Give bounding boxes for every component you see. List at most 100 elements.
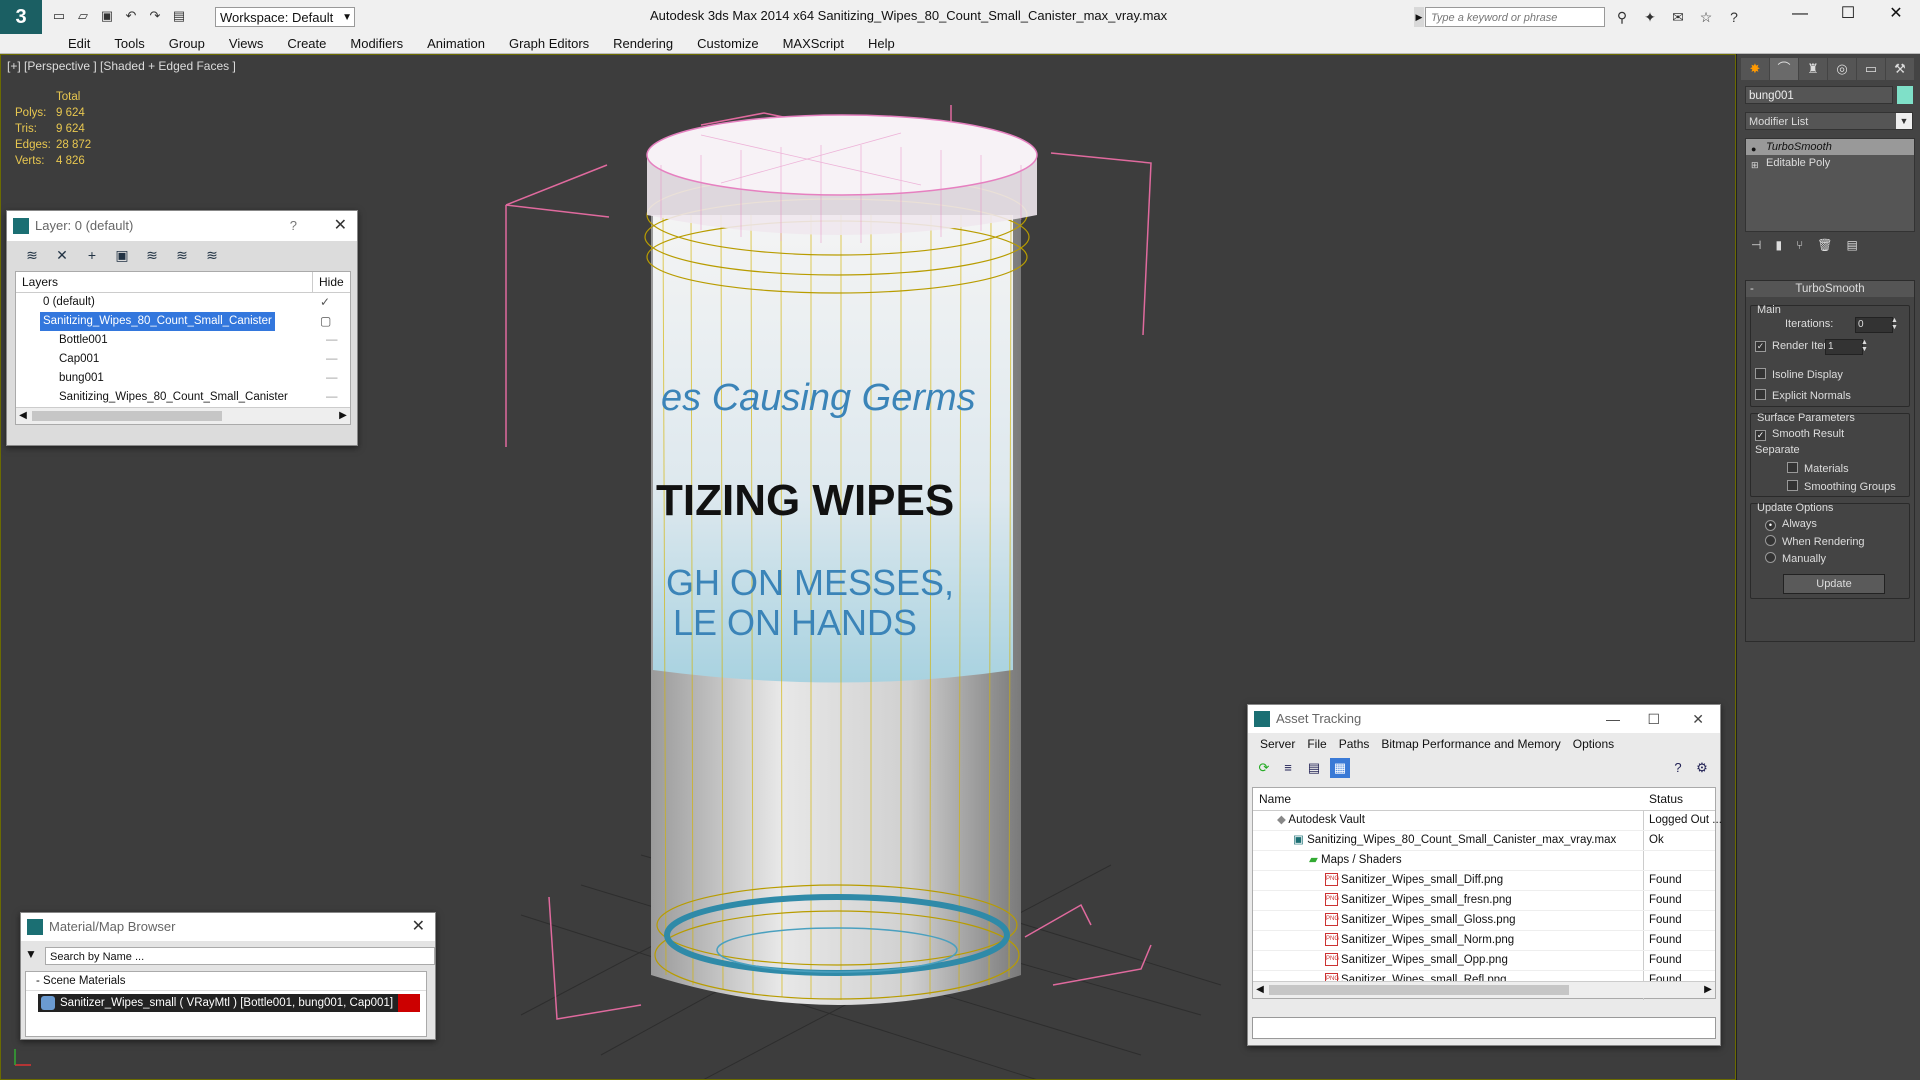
create-layer-icon[interactable]: ≋: [21, 244, 43, 266]
asset-row[interactable]: ◆ Autodesk Vault Logged Out ...: [1253, 811, 1722, 831]
material-search-input[interactable]: Search by Name ...: [45, 947, 435, 965]
scroll-thumb[interactable]: [32, 411, 222, 421]
always-radio[interactable]: • Always: [1765, 518, 1817, 531]
hide-toggle[interactable]: ▢: [320, 312, 331, 331]
smooth-result-checkbox[interactable]: ✓ Smooth Result: [1755, 428, 1844, 441]
scroll-left-icon[interactable]: ◀: [1253, 982, 1267, 998]
scene-materials-group[interactable]: - Scene Materials: [26, 972, 426, 991]
menu-edit[interactable]: Edit: [56, 34, 102, 53]
tab-utilities[interactable]: ⚒: [1886, 58, 1914, 80]
menu-server[interactable]: Server: [1254, 733, 1301, 755]
configure-sets-icon[interactable]: ▤: [1847, 238, 1858, 258]
asset-row[interactable]: PNG Sanitizer_Wipes_small_Diff.png Found: [1253, 871, 1715, 891]
settings-icon[interactable]: ⚙: [1692, 758, 1712, 778]
asset-row[interactable]: ▣ Sanitizing_Wipes_80_Count_Small_Canist…: [1253, 831, 1715, 851]
tab-modify[interactable]: ⌒: [1770, 58, 1798, 80]
new-file-icon[interactable]: ▭: [50, 7, 68, 25]
help-icon[interactable]: ?: [290, 211, 297, 241]
menu-create[interactable]: Create: [275, 34, 338, 53]
search-input[interactable]: Type a keyword or phrase: [1425, 7, 1605, 27]
project-folder-icon[interactable]: ▤: [170, 7, 188, 25]
col-layers[interactable]: Layers: [22, 272, 58, 292]
delete-layer-icon[interactable]: ✕: [51, 244, 73, 266]
menu-bitmap-performance[interactable]: Bitmap Performance and Memory: [1375, 733, 1566, 755]
workspace-dropdown[interactable]: Workspace: Default ▼: [215, 7, 355, 27]
list-view-icon[interactable]: ≡: [1278, 758, 1298, 778]
asset-tracking-titlebar[interactable]: Asset Tracking — ☐ ✕: [1248, 705, 1720, 733]
update-button[interactable]: Update: [1783, 574, 1885, 594]
menu-animation[interactable]: Animation: [415, 34, 497, 53]
menu-help[interactable]: Help: [856, 34, 907, 53]
menu-rendering[interactable]: Rendering: [601, 34, 685, 53]
col-name[interactable]: Name: [1259, 788, 1291, 810]
col-status[interactable]: Status: [1649, 788, 1683, 810]
menu-options[interactable]: Options: [1567, 733, 1620, 755]
tab-create[interactable]: ✸: [1741, 58, 1769, 80]
freeze-all-icon[interactable]: ≋: [201, 244, 223, 266]
menu-maxscript[interactable]: MAXScript: [771, 34, 856, 53]
menu-modifiers[interactable]: Modifiers: [338, 34, 415, 53]
search-options-icon[interactable]: ▼: [25, 947, 37, 961]
material-browser-titlebar[interactable]: Material/Map Browser ✕: [21, 913, 435, 941]
iterations-spinner[interactable]: Iterations: 0 ▲ ▼: [1785, 317, 1898, 333]
layer-row[interactable]: Sanitizing_Wipes_80_Count_Small_Canister…: [16, 388, 350, 407]
menu-file[interactable]: File: [1301, 733, 1332, 755]
undo-icon[interactable]: ↶: [122, 7, 140, 25]
layer-row[interactable]: Cap001—: [16, 350, 350, 369]
redo-icon[interactable]: ↷: [146, 7, 164, 25]
maximize-button[interactable]: ☐: [1647, 705, 1660, 733]
object-name-field[interactable]: bung001: [1745, 86, 1893, 104]
asset-row[interactable]: PNG Sanitizer_Wipes_small_fresn.png Found: [1253, 891, 1715, 911]
app-menu-button[interactable]: 3: [0, 0, 42, 34]
when-rendering-radio[interactable]: When Rendering: [1765, 535, 1865, 548]
layer-row[interactable]: 0 (default) ✓: [16, 293, 350, 312]
layer-row[interactable]: Bottle001—: [16, 331, 350, 350]
close-icon[interactable]: ✕: [412, 913, 425, 941]
viewport-label[interactable]: [+] [Perspective ] [Shaded + Edged Faces…: [7, 59, 236, 73]
layer-row[interactable]: Sanitizing_Wipes_80_Count_Small_Canister…: [16, 312, 350, 331]
menu-group[interactable]: Group: [157, 34, 217, 53]
asset-row[interactable]: PNG Sanitizer_Wipes_small_Gloss.png Found: [1253, 911, 1715, 931]
show-end-result-icon[interactable]: ▮: [1775, 238, 1782, 258]
menu-tools[interactable]: Tools: [102, 34, 156, 53]
save-file-icon[interactable]: ▣: [98, 7, 116, 25]
close-icon[interactable]: ✕: [334, 211, 347, 241]
favorites-star-icon[interactable]: ☆: [1696, 7, 1716, 27]
tab-display[interactable]: ▭: [1857, 58, 1885, 80]
layer-row[interactable]: bung001—: [16, 369, 350, 388]
minimize-button[interactable]: —: [1776, 0, 1824, 30]
scroll-left-icon[interactable]: ◀: [16, 408, 30, 424]
make-unique-icon[interactable]: ⑂: [1796, 238, 1803, 258]
render-iters-spinner[interactable]: ✓ Render Iters: 1 ▲ ▼: [1755, 339, 1868, 355]
explicit-normals-checkbox[interactable]: Explicit Normals: [1755, 389, 1851, 402]
hide-all-icon[interactable]: ≋: [171, 244, 193, 266]
help-icon[interactable]: ?: [1668, 758, 1688, 778]
refresh-icon[interactable]: ⟳: [1254, 758, 1274, 778]
material-item[interactable]: Sanitizer_Wipes_small ( VRayMtl ) [Bottl…: [38, 994, 420, 1012]
menu-graph-editors[interactable]: Graph Editors: [497, 34, 601, 53]
asset-row[interactable]: PNG Sanitizer_Wipes_small_Opp.png Found: [1253, 951, 1715, 971]
maximize-button[interactable]: ☐: [1824, 0, 1872, 30]
help-icon[interactable]: ?: [1724, 7, 1744, 27]
rollout-header[interactable]: - TurboSmooth: [1746, 281, 1914, 297]
remove-modifier-icon[interactable]: 🗑: [1817, 238, 1832, 258]
horizontal-scrollbar[interactable]: ◀ ▶: [1253, 981, 1715, 998]
stack-item-turbosmooth[interactable]: ● TurboSmooth: [1746, 139, 1914, 155]
menu-customize[interactable]: Customize: [685, 34, 770, 53]
tab-motion[interactable]: ◎: [1828, 58, 1856, 80]
binoculars-icon[interactable]: ⚲: [1612, 7, 1632, 27]
tree-view-icon[interactable]: ▤: [1304, 758, 1324, 778]
hide-toggle[interactable]: ✓: [320, 293, 330, 312]
isoline-display-checkbox[interactable]: Isoline Display: [1755, 368, 1843, 381]
highlight-layer-icon[interactable]: ≋: [141, 244, 163, 266]
minimize-button[interactable]: —: [1606, 705, 1620, 733]
scroll-right-icon[interactable]: ▶: [336, 408, 350, 424]
materials-checkbox[interactable]: Materials: [1787, 462, 1849, 475]
asset-row[interactable]: PNG Sanitizer_Wipes_small_Norm.png Found: [1253, 931, 1715, 951]
menu-views[interactable]: Views: [217, 34, 275, 53]
add-to-layer-icon[interactable]: +: [81, 244, 103, 266]
smoothing-groups-checkbox[interactable]: Smoothing Groups: [1787, 480, 1896, 493]
horizontal-scrollbar[interactable]: ◀ ▶: [16, 407, 350, 424]
expand-plus-icon[interactable]: ⊞: [1751, 157, 1759, 173]
manually-radio[interactable]: Manually: [1765, 552, 1826, 565]
